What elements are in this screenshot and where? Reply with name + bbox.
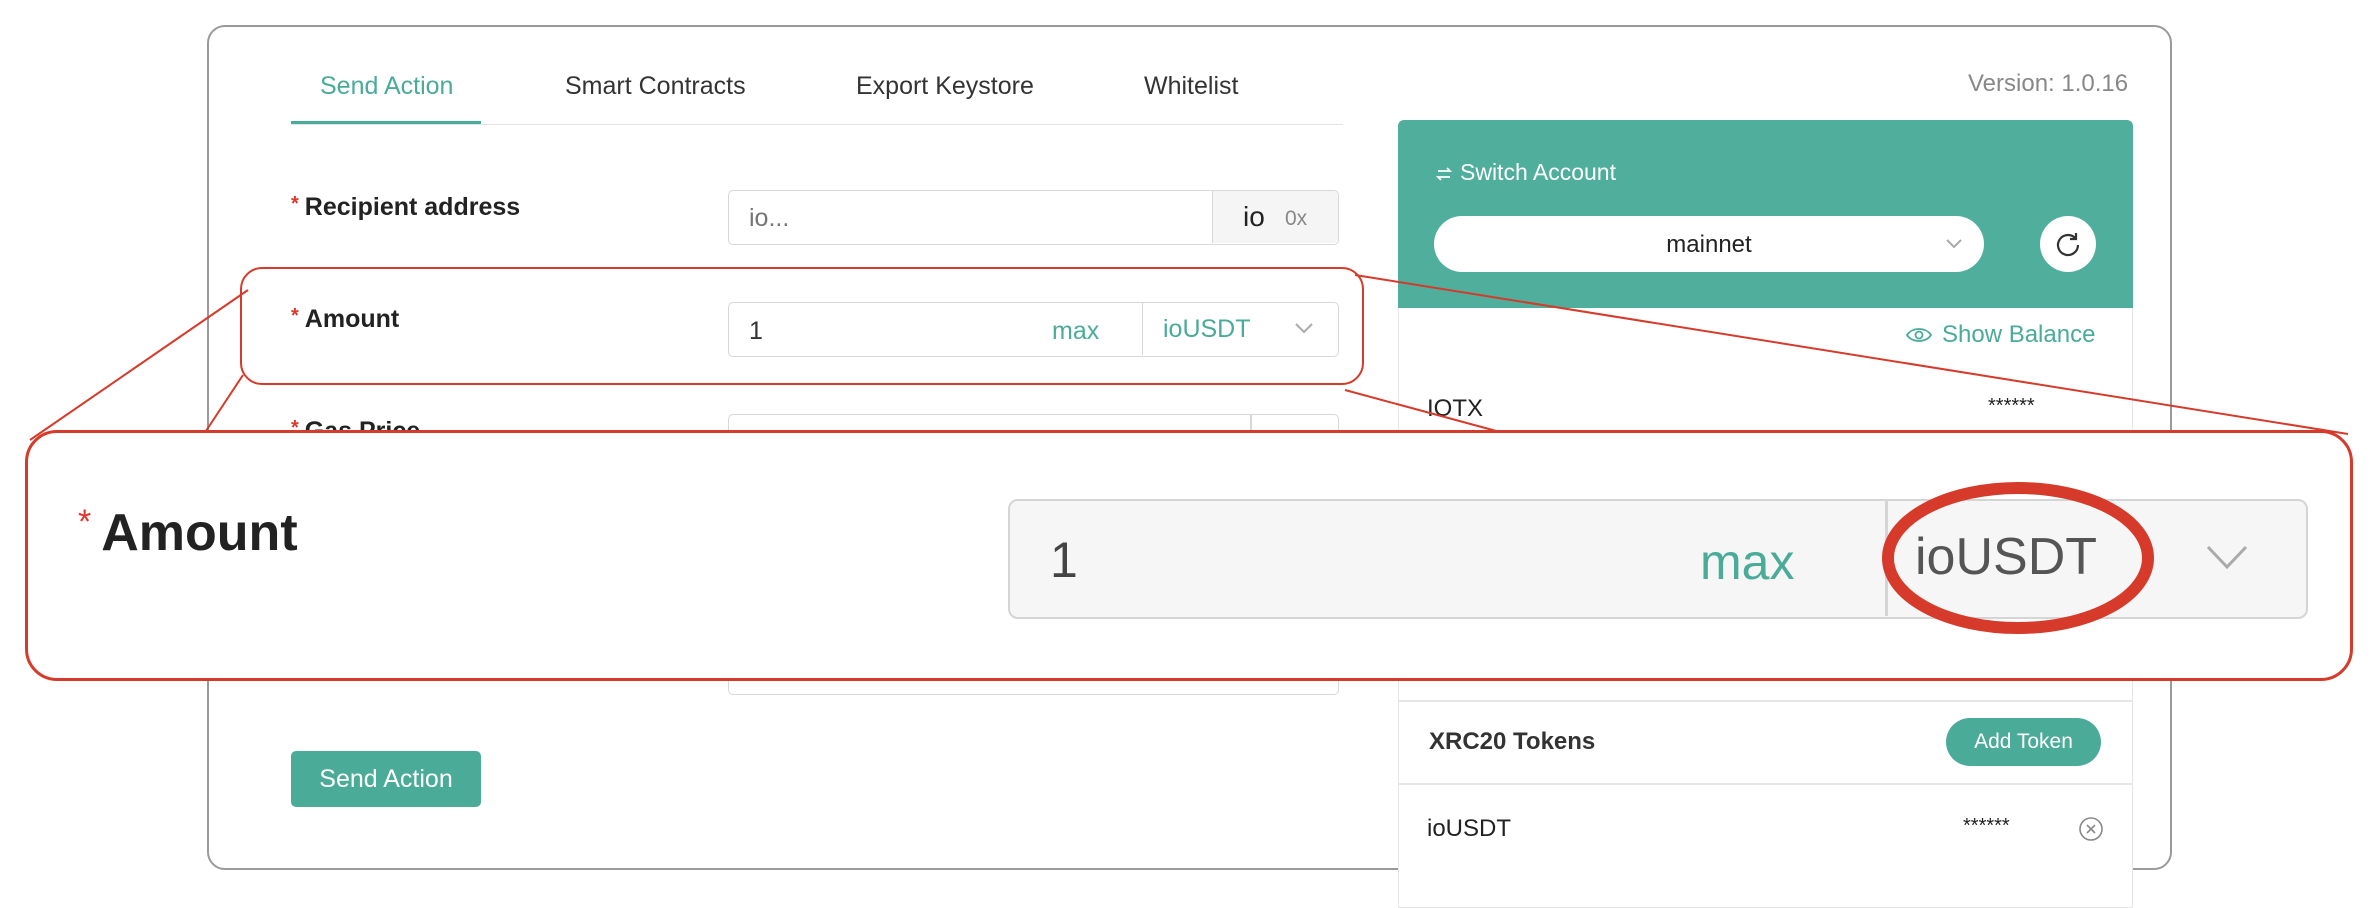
zoom-source-highlight [240,267,1364,385]
zoom-callout: * Amount 1 max ioUSDT [25,430,2353,681]
chevron-down-icon [2206,545,2248,570]
zoom-amount-label: * Amount [78,503,298,562]
highlight-circle [1882,482,2154,634]
